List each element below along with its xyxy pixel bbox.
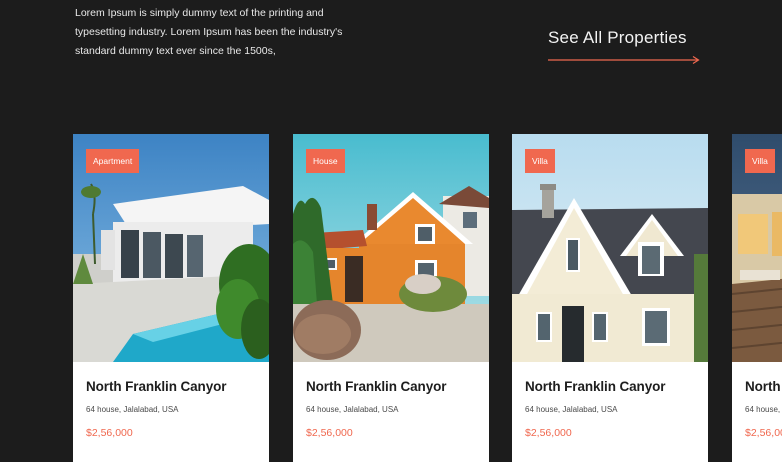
intro-line: Lorem Ipsum is simply dummy text of the … xyxy=(75,7,324,19)
property-type-badge: Apartment xyxy=(86,149,140,173)
property-title[interactable]: North Franklin Canyor xyxy=(86,379,256,394)
property-card[interactable]: House North Franklin Canyor 64 house, Ja… xyxy=(293,134,489,462)
property-type-badge: Villa xyxy=(525,149,555,173)
property-photo: Villa xyxy=(512,134,708,362)
property-title[interactable]: North Franklin Canyor xyxy=(525,379,695,394)
property-card[interactable]: Villa North Franklin Canyor 64 house, Ja… xyxy=(732,134,782,462)
property-address: 64 house, Jalalabad, USA xyxy=(306,405,399,414)
property-cards-carousel: Apartment North Franklin Canyor 64 house… xyxy=(73,134,782,462)
property-price: $2,56,000 xyxy=(525,427,572,439)
property-card[interactable]: Villa North Franklin Canyor 64 house, Ja… xyxy=(512,134,708,462)
property-type-badge: House xyxy=(306,149,345,173)
property-title[interactable]: North Franklin Canyor xyxy=(306,379,476,394)
property-address: 64 house, Jalalabad, USA xyxy=(745,405,782,414)
see-all-properties-link[interactable]: See All Properties xyxy=(548,28,700,65)
property-photo: Villa xyxy=(732,134,782,362)
see-all-properties-label: See All Properties xyxy=(548,28,687,47)
intro-line: standard dummy text ever since the 1500s… xyxy=(75,45,276,57)
property-photo: House xyxy=(293,134,489,362)
property-price: $2,56,000 xyxy=(86,427,133,439)
property-type-badge: Villa xyxy=(745,149,775,173)
section-intro-text: Lorem Ipsum is simply dummy text of the … xyxy=(75,4,355,61)
arrow-right-icon xyxy=(548,55,700,65)
property-address: 64 house, Jalalabad, USA xyxy=(525,405,618,414)
property-title[interactable]: North Franklin Canyor xyxy=(745,379,782,394)
property-price: $2,56,000 xyxy=(306,427,353,439)
property-address: 64 house, Jalalabad, USA xyxy=(86,405,179,414)
property-photo: Apartment xyxy=(73,134,269,362)
property-price: $2,56,000 xyxy=(745,427,782,439)
intro-line: typesetting industry. Lorem Ipsum has be… xyxy=(75,26,343,38)
property-card[interactable]: Apartment North Franklin Canyor 64 house… xyxy=(73,134,269,462)
